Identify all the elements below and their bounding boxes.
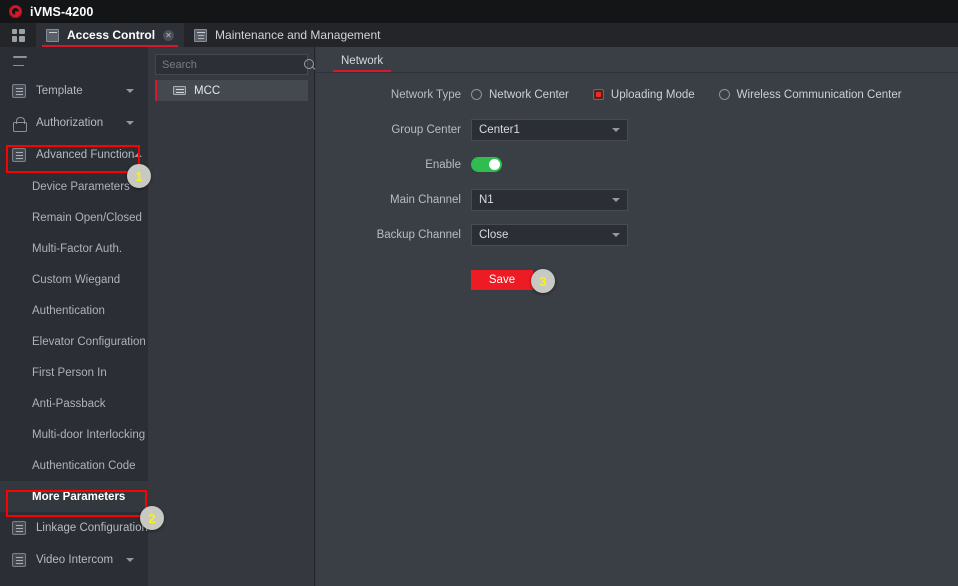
radio-wireless-communication-center-label: Wireless Communication Center [736, 88, 902, 101]
network-type-label: Network Type [390, 88, 461, 101]
radio-icon[interactable] [471, 89, 482, 100]
radio-network-center-label: Network Center [489, 88, 569, 101]
sidebar-item-multi-factor-auth[interactable]: Multi-Factor Auth. [0, 233, 148, 264]
radio-uploading-mode-label: Uploading Mode [610, 88, 695, 101]
content-panel: Network Network Type Network Center Uplo… [316, 47, 958, 586]
sidebar-item-advanced-function-label: Advanced Function [36, 149, 135, 161]
tab-bar: Access Control ✕ Maintenance and Managem… [0, 23, 958, 47]
template-icon [12, 84, 26, 98]
search-icon[interactable] [304, 58, 316, 71]
save-button[interactable]: Save [471, 270, 533, 290]
tab-network[interactable]: Network [333, 55, 392, 72]
chevron-down-icon [126, 121, 134, 125]
list-icon [194, 28, 208, 42]
group-center-label: Group Center [391, 123, 461, 136]
device-name: MCC [194, 84, 221, 97]
sidebar-item-first-person-in[interactable]: First Person In [0, 357, 148, 388]
backup-channel-value: Close [479, 228, 509, 241]
sidebar-item-video-intercom[interactable]: Video Intercom [0, 544, 148, 576]
advanced-icon [12, 148, 26, 162]
chevron-down-icon [126, 89, 134, 93]
network-type-row: Network Type Network Center Uploading Mo… [316, 81, 958, 108]
tab-maintenance-and-management-label: Maintenance and Management [215, 28, 381, 42]
grid-icon [11, 28, 25, 42]
backup-channel-row: Backup Channel Close [316, 221, 958, 248]
chevron-down-icon [612, 197, 620, 202]
chevron-down-icon [126, 558, 134, 562]
sidebar-item-authentication[interactable]: Authentication [0, 295, 148, 326]
device-list-panel: MCC [148, 47, 315, 586]
sidebar-item-authorization[interactable]: Authorization [0, 107, 148, 139]
save-row: Save [316, 270, 958, 290]
sidebar-item-video-intercom-label: Video Intercom [36, 554, 114, 566]
grid-menu-button[interactable] [0, 23, 36, 47]
network-settings-form: Network Type Network Center Uploading Mo… [316, 73, 958, 290]
sidebar-item-advanced-function[interactable]: Advanced Function [0, 139, 148, 171]
main-channel-value: N1 [479, 193, 494, 206]
device-icon [173, 86, 186, 95]
search-box[interactable] [155, 54, 314, 75]
tab-maintenance-and-management[interactable]: Maintenance and Management [184, 23, 390, 47]
radio-icon-selected[interactable] [592, 89, 604, 100]
sidebar-item-anti-passback[interactable]: Anti-Passback [0, 388, 148, 419]
content-tab-bar: Network [316, 47, 958, 73]
enable-toggle[interactable] [471, 157, 502, 172]
linkage-icon [12, 521, 26, 535]
enable-label: Enable [425, 158, 461, 171]
radio-network-center[interactable]: Network Center [471, 89, 569, 101]
sidebar-item-authentication-code[interactable]: Authentication Code [0, 450, 148, 481]
sidebar-item-template[interactable]: Template [0, 75, 148, 107]
list-item[interactable]: MCC [155, 80, 308, 101]
main-channel-row: Main Channel N1 [316, 186, 958, 213]
intercom-icon [12, 553, 26, 567]
hik-logo-icon [9, 5, 22, 18]
radio-icon[interactable] [718, 89, 730, 100]
close-icon[interactable]: ✕ [163, 29, 175, 41]
sidebar-item-elevator-configuration[interactable]: Elevator Configuration [0, 326, 148, 357]
sidebar-item-device-parameters[interactable]: Device Parameters [0, 171, 148, 202]
sidebar: Template Authorization Advanced Function… [0, 47, 148, 586]
sidebar-item-remain-open-closed[interactable]: Remain Open/Closed [0, 202, 148, 233]
sidebar-item-authorization-label: Authorization [36, 117, 104, 129]
enable-row: Enable [316, 151, 958, 178]
network-type-radio-group: Network Center Uploading Mode Wireless C… [471, 89, 926, 101]
tab-access-control[interactable]: Access Control ✕ [36, 23, 185, 47]
app-title: iVMS-4200 [30, 4, 94, 19]
sidebar-item-linkage-configuration[interactable]: Linkage Configuration [0, 512, 148, 544]
search-input[interactable] [162, 58, 304, 71]
main-channel-select[interactable]: N1 [471, 188, 628, 211]
application-window: iVMS-4200 Access Control ✕ Maintenance a… [0, 0, 958, 586]
backup-channel-label: Backup Channel [376, 228, 461, 241]
chevron-down-icon [612, 127, 620, 132]
radio-uploading-mode[interactable]: Uploading Mode [592, 88, 695, 101]
sidebar-item-multi-door-interlocking[interactable]: Multi-door Interlocking [0, 419, 148, 450]
sidebar-item-more-parameters[interactable]: More Parameters [0, 481, 148, 512]
tab-access-control-label: Access Control [67, 28, 156, 42]
hamburger-icon [13, 56, 27, 66]
group-center-value: Center1 [479, 123, 520, 136]
main-channel-label: Main Channel [390, 193, 461, 206]
panel-icon [46, 28, 59, 42]
group-center-row: Group Center Center1 [316, 116, 958, 143]
sidebar-item-custom-wiegand[interactable]: Custom Wiegand [0, 264, 148, 295]
sidebar-item-linkage-configuration-label: Linkage Configuration [36, 522, 148, 534]
lock-icon [12, 116, 27, 132]
group-center-select[interactable]: Center1 [471, 118, 628, 141]
title-bar: iVMS-4200 [0, 0, 958, 23]
sidebar-collapse-button[interactable] [0, 47, 148, 75]
backup-channel-select[interactable]: Close [471, 223, 628, 246]
chevron-down-icon [612, 232, 620, 237]
radio-wireless-communication-center[interactable]: Wireless Communication Center [718, 88, 902, 101]
sidebar-item-template-label: Template [36, 85, 83, 97]
chevron-up-icon [134, 153, 143, 157]
